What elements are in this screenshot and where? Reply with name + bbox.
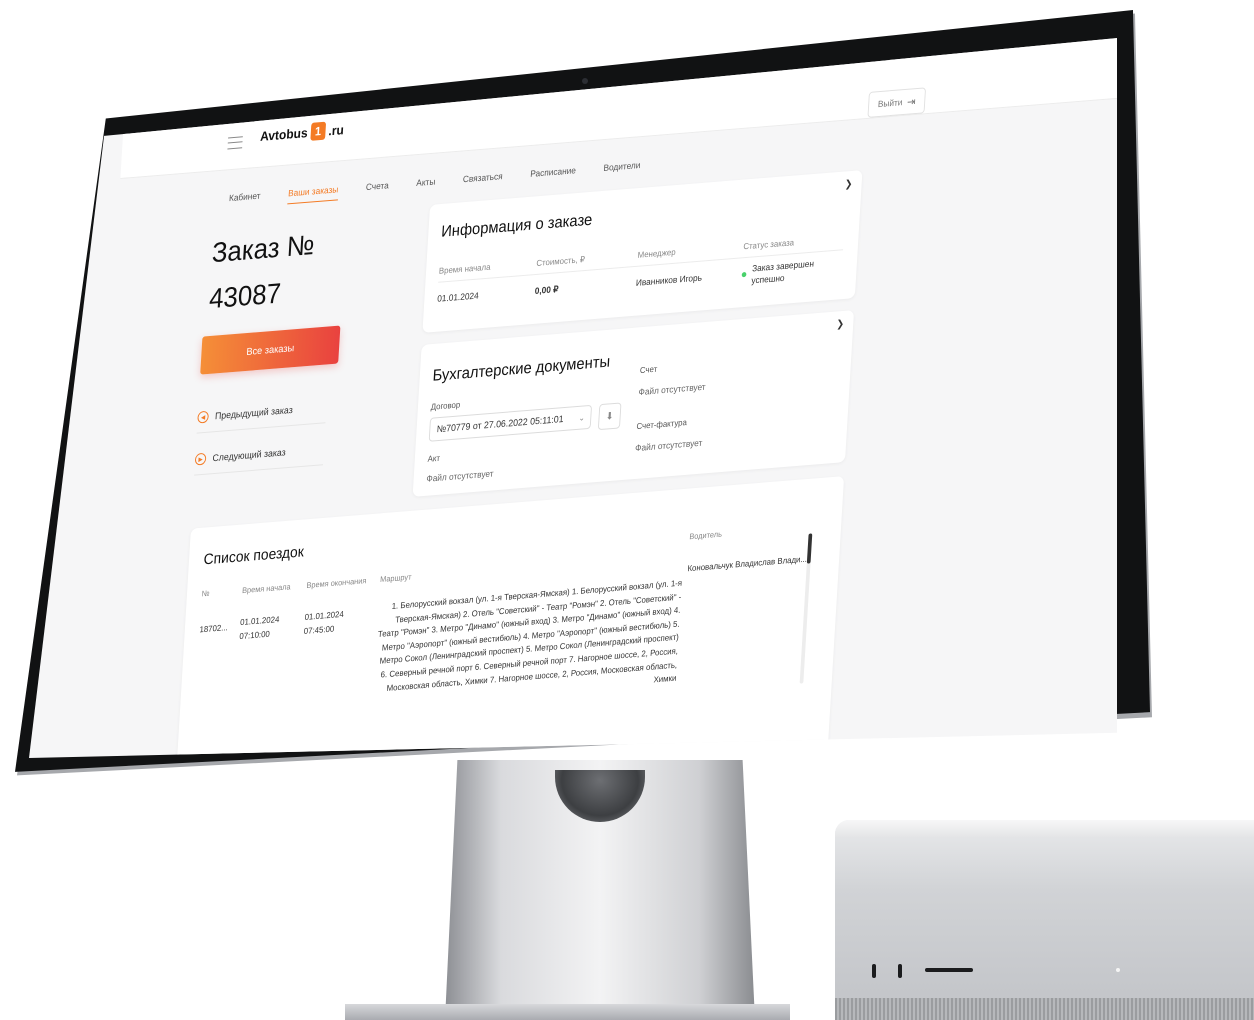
tab-invoices[interactable]: Счета	[365, 180, 389, 198]
logo-suffix: .ru	[328, 121, 345, 138]
next-order-link[interactable]: ▶ Следующий заказ	[194, 434, 325, 476]
col-start-header: Время начала	[241, 582, 291, 596]
invoice-label: Счет	[639, 363, 658, 376]
trip-start-time: 07:10:00	[239, 628, 271, 642]
camera-icon	[582, 78, 588, 84]
trips-card: Список поездок № Время начала Время окон…	[171, 476, 845, 758]
contract-select[interactable]: №70779 от 27.06.2022 05:11:01 ⌄	[428, 404, 593, 442]
chevron-right-icon: ▶	[194, 452, 207, 466]
page-title: Заказ № 43087	[208, 222, 316, 322]
order-info-card: ❯ Информация о заказе Время начала Стоим…	[422, 170, 863, 333]
invoice-fact-value: Файл отсутствует	[634, 437, 703, 454]
all-orders-button[interactable]: Все заказы	[200, 325, 341, 375]
logout-label: Выйти	[877, 97, 903, 110]
web-app: Avtobus 1 .ru Выйти ⇥ Кабинет Ваши заказ…	[81, 38, 1117, 758]
tab-acts[interactable]: Акты	[416, 177, 436, 195]
cost-label: Стоимость, ₽	[536, 254, 586, 268]
prev-order-label: Предыдущий заказ	[214, 404, 294, 422]
tab-schedule[interactable]: Расписание	[530, 165, 576, 185]
col-route-header: Маршрут	[379, 572, 412, 585]
prev-order-link[interactable]: ◀ Предыдущий заказ	[196, 392, 328, 434]
trip-route: 1. Белорусский вокзал (ул. 1-я Тверская-…	[377, 577, 683, 693]
trip-num: 18702...	[199, 622, 229, 635]
documents-title: Бухгалтерские документы	[432, 353, 611, 385]
manager-label: Менеджер	[637, 246, 676, 260]
tab-drivers[interactable]: Водители	[603, 160, 641, 179]
logo-text: Avtobus	[259, 124, 309, 144]
status-value: Заказ завершен успешно	[751, 258, 815, 286]
status-dot-icon	[741, 271, 747, 278]
start-value: 01.01.2024	[436, 290, 480, 304]
trip-end-date: 01.01.2024	[304, 608, 345, 622]
mini-pc-top	[835, 820, 1254, 838]
collapse-chevron-icon[interactable]: ❯	[836, 319, 844, 331]
logo-badge: 1	[309, 121, 327, 141]
act-label: Акт	[427, 452, 441, 464]
menu-icon[interactable]	[227, 136, 243, 150]
sd-card-slot-icon	[925, 968, 973, 972]
stand-base	[345, 1004, 790, 1020]
tab-orders[interactable]: Ваши заказы	[287, 184, 339, 205]
collapse-chevron-icon[interactable]: ❯	[844, 179, 852, 191]
mini-pc-vent	[835, 998, 1254, 1020]
power-led-icon	[1116, 968, 1120, 972]
chevron-left-icon: ◀	[197, 410, 209, 424]
invoice-value: Файл отсутствует	[638, 381, 706, 398]
trip-end-time: 07:45:00	[303, 623, 335, 636]
contract-value: №70779 от 27.06.2022 05:11:01	[436, 413, 564, 435]
chevron-down-icon: ⌄	[578, 412, 586, 423]
trips-title: Список поездок	[203, 543, 305, 569]
trip-start-date: 01.01.2024	[239, 614, 280, 628]
scrollbar-thumb[interactable]	[806, 533, 813, 564]
manager-value: Иванников Игорь	[635, 272, 703, 288]
trip-driver: Коновальчук Владислав Влади...	[687, 553, 808, 574]
col-end-header: Время окончания	[306, 576, 367, 590]
tab-contact[interactable]: Связаться	[462, 171, 503, 190]
col-driver-header: Водитель	[689, 529, 723, 542]
download-icon: ⬇	[605, 410, 614, 423]
download-button[interactable]: ⬇	[597, 402, 622, 431]
order-number: 43087	[208, 277, 282, 315]
start-label: Время начала	[438, 261, 491, 276]
usb-c-port-icon	[872, 964, 876, 978]
order-title-line1: Заказ №	[211, 228, 316, 269]
monitor-screen: Avtobus 1 .ru Выйти ⇥ Кабинет Ваши заказ…	[29, 38, 1117, 758]
mini-pc	[835, 820, 1254, 1020]
usb-c-port-icon	[898, 964, 902, 978]
cost-value: 0,00 ₽	[534, 284, 559, 296]
invoice-fact-label: Счет-фактура	[636, 417, 688, 432]
order-info-title: Информация о заказе	[440, 211, 593, 241]
tab-cabinet[interactable]: Кабинет	[228, 191, 261, 210]
next-order-label: Следующий заказ	[212, 446, 287, 464]
documents-card: ❯ Бухгалтерские документы Договор №70779…	[412, 310, 855, 497]
logout-button[interactable]: Выйти ⇥	[867, 87, 927, 118]
logo[interactable]: Avtobus 1 .ru	[260, 120, 345, 145]
logout-arrow-icon: ⇥	[906, 95, 916, 109]
col-num-header: №	[201, 588, 210, 599]
act-value: Файл отсутствует	[426, 468, 494, 484]
contract-label: Договор	[430, 399, 461, 412]
status-label: Статус заказа	[743, 237, 795, 252]
